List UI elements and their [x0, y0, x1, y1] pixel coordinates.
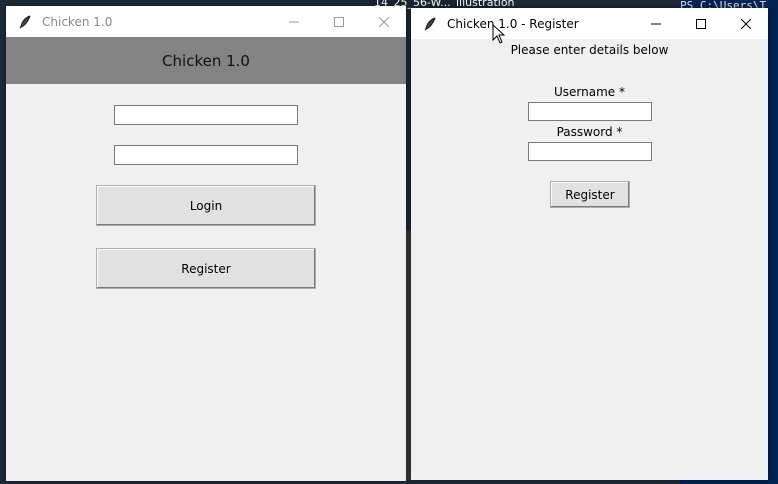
submit-register-button[interactable]: Register: [550, 181, 630, 208]
register-password-field[interactable]: [528, 142, 652, 161]
minimize-button[interactable]: [633, 8, 678, 39]
app-header: Chicken 1.0: [6, 37, 406, 84]
submit-register-label: Register: [565, 187, 615, 202]
close-button[interactable]: [723, 8, 768, 39]
close-icon: [740, 18, 751, 29]
username-label: Username *: [554, 85, 625, 99]
feather-icon: [18, 14, 32, 29]
login-window: Chicken 1.0 Chicken 1.0 Login Register: [6, 6, 406, 481]
register-window: Chicken 1.0 - Register Please enter deta…: [411, 8, 768, 480]
close-button[interactable]: [361, 6, 406, 37]
instructions-text: Please enter details below: [510, 43, 669, 57]
maximize-button[interactable]: [678, 8, 723, 39]
register-button[interactable]: Register: [96, 248, 316, 289]
login-button[interactable]: Login: [96, 185, 316, 226]
window-title: Chicken 1.0 - Register: [447, 16, 579, 31]
window-title: Chicken 1.0: [42, 14, 113, 29]
register-username-field[interactable]: [528, 102, 652, 121]
maximize-icon: [695, 18, 706, 29]
minimize-icon: [650, 23, 661, 24]
close-icon: [378, 16, 389, 27]
login-button-label: Login: [189, 198, 223, 213]
maximize-icon: [333, 16, 344, 27]
maximize-button[interactable]: [316, 6, 361, 37]
password-field[interactable]: [114, 145, 298, 165]
username-field[interactable]: [114, 105, 298, 125]
minimize-button[interactable]: [271, 6, 316, 37]
mouse-pointer-icon: [492, 24, 506, 44]
password-label: Password *: [556, 125, 623, 139]
login-window-titlebar[interactable]: Chicken 1.0: [6, 6, 406, 37]
register-button-label: Register: [181, 261, 231, 276]
feather-icon: [423, 16, 437, 31]
register-window-titlebar[interactable]: Chicken 1.0 - Register: [411, 8, 768, 39]
minimize-icon: [288, 21, 299, 22]
